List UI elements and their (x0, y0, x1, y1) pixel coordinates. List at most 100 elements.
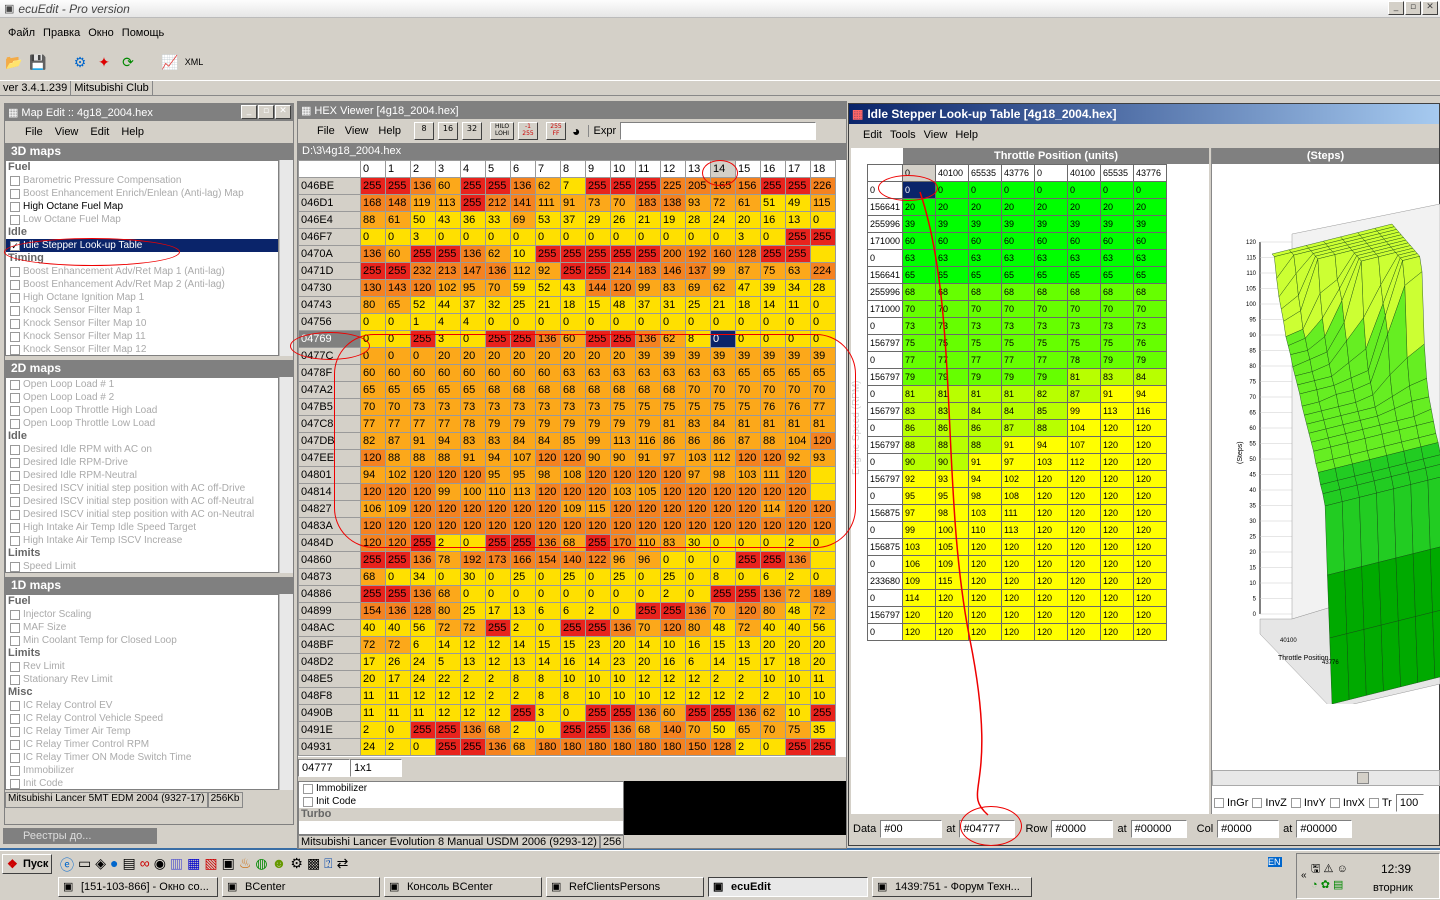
hex-cell[interactable]: 40 (760, 619, 786, 637)
hex-cell[interactable]: 52 (535, 279, 561, 297)
data-field[interactable]: #00 (880, 820, 943, 838)
hex-cell[interactable]: 24 (410, 670, 436, 688)
hex-cell[interactable]: 0 (560, 313, 586, 331)
row-header[interactable]: 171000 (867, 300, 903, 318)
map-list-item[interactable]: Knock Sensor Filter Map 12 (6, 343, 278, 355)
hex-cell[interactable]: 60 (660, 704, 686, 722)
hex-cell[interactable]: 7 (560, 177, 586, 195)
hex-cell[interactable]: 87 (735, 262, 761, 280)
hex-cell[interactable]: 23 (585, 636, 611, 654)
hex-cell[interactable]: 255 (585, 245, 611, 263)
lut-cell[interactable]: 120 (1067, 555, 1101, 573)
column-header[interactable]: 10 (610, 160, 636, 178)
hex-cell[interactable]: 200 (660, 245, 686, 263)
hex-cell[interactable]: 2 (735, 670, 761, 688)
hex-cell[interactable]: 60 (435, 177, 461, 195)
chart-scrollbar[interactable] (1212, 770, 1440, 786)
hex-cell[interactable]: 120 (610, 279, 636, 297)
lut-cell[interactable]: 68 (1034, 283, 1068, 301)
checkbox[interactable] (10, 609, 20, 620)
hex-cell[interactable]: 0 (685, 585, 711, 603)
lut-cell[interactable]: 120 (1100, 521, 1134, 539)
app-icon[interactable]: ▦ (187, 855, 200, 875)
menu-file[interactable]: File (19, 126, 49, 138)
minimize-button[interactable]: _ (1388, 1, 1404, 15)
lut-cell[interactable]: 65 (1001, 266, 1035, 284)
hex-cell[interactable]: 10 (560, 670, 586, 688)
app-icon[interactable]: ◈ (95, 855, 106, 875)
lut-cell[interactable]: 91 (1100, 385, 1134, 403)
map-list-item[interactable]: IC Relay Control EV (6, 699, 278, 712)
checkbox[interactable] (10, 483, 20, 494)
hex-cell[interactable]: 20 (635, 653, 661, 671)
lut-cell[interactable]: 79 (1133, 351, 1167, 369)
hex-cell[interactable]: 0 (610, 602, 636, 620)
hex-cell[interactable]: 69 (685, 279, 711, 297)
hex-cell[interactable]: 11 (410, 704, 436, 722)
row-header[interactable]: 0 (867, 351, 903, 369)
taskbar-button[interactable]: ▣ [151-103-866] - Окно со... (58, 877, 218, 897)
hex-cell[interactable]: 68 (635, 721, 661, 739)
app-icon[interactable]: ⇄ (337, 855, 349, 875)
hex-cell[interactable]: 10 (785, 670, 811, 688)
row-address[interactable]: 046D1 (298, 194, 361, 212)
hex-cell[interactable]: 47 (735, 279, 761, 297)
hex-cell[interactable]: 35 (810, 721, 836, 739)
lut-cell[interactable]: 103 (1034, 453, 1068, 471)
hex-cell[interactable]: 72 (735, 619, 761, 637)
row-address[interactable]: 0471D (298, 262, 361, 280)
map-list-item[interactable]: Knock Sensor Filter Map 1 (6, 304, 278, 317)
map-list-item[interactable]: Desired ISCV initial step position with … (6, 508, 278, 521)
lut-cell[interactable]: 108 (1001, 487, 1035, 505)
hex-cell[interactable]: 128 (710, 738, 736, 756)
column-header[interactable]: 65535 (968, 164, 1002, 182)
hex-cell[interactable]: 12 (460, 687, 486, 705)
checkbox[interactable] (10, 318, 20, 329)
hex-cell[interactable]: 72 (385, 636, 411, 654)
main-titlebar[interactable]: ▣ ecuEdit - Pro version _ ▫ ✕ (0, 0, 1440, 18)
hex-cell[interactable]: 2 (510, 687, 536, 705)
hex-cell[interactable]: 72 (710, 194, 736, 212)
lut-cell[interactable]: 65 (1034, 266, 1068, 284)
lut-cell[interactable]: 120 (1001, 606, 1035, 624)
map-list-item[interactable]: Stationary Rev Limit (6, 673, 278, 686)
checkbox[interactable] (10, 405, 20, 416)
lut-cell[interactable]: 73 (1034, 317, 1068, 335)
hex-cell[interactable]: 39 (760, 279, 786, 297)
lut-cell[interactable]: 79 (1001, 368, 1035, 386)
hex-cell[interactable]: 224 (810, 262, 836, 280)
view-8-button[interactable]: 8 (414, 122, 435, 140)
hex-cell[interactable]: 13 (510, 653, 536, 671)
lower-list[interactable]: Immobilizer Init Code Turbo (298, 781, 624, 835)
hex-cell[interactable]: 255 (610, 704, 636, 722)
app-icon[interactable]: ♨ (239, 855, 252, 875)
hex-cell[interactable]: 18 (785, 653, 811, 671)
hex-cell[interactable]: 147 (460, 262, 486, 280)
lut-cell[interactable]: 0 (1001, 181, 1035, 199)
hex-cell[interactable]: 146 (660, 262, 686, 280)
checkbox[interactable] (10, 470, 20, 481)
column-header[interactable]: 0 (360, 160, 386, 178)
hex-cell[interactable]: 91 (560, 194, 586, 212)
column-header[interactable]: 11 (635, 160, 661, 178)
lut-cell[interactable]: 120 (1001, 623, 1035, 641)
hex-cell[interactable]: 0 (810, 211, 836, 229)
lut-cell[interactable]: 120 (1001, 572, 1035, 590)
lut-cell[interactable]: 65 (1133, 266, 1167, 284)
lut-cell[interactable]: 78 (1067, 351, 1101, 369)
lut-cell[interactable]: 120 (1100, 572, 1134, 590)
hex-cell[interactable]: 75 (760, 262, 786, 280)
hex-cell[interactable]: 255 (585, 262, 611, 280)
menu-edit[interactable]: Edit (859, 129, 886, 141)
hex-cell[interactable]: 0 (685, 313, 711, 331)
mitsubishi-icon[interactable]: ✦ (94, 52, 114, 72)
checkbox[interactable] (10, 661, 20, 672)
hex-cell[interactable]: 13 (785, 211, 811, 229)
row-address[interactable]: 048BF (298, 636, 361, 654)
menu-help[interactable]: Help (373, 125, 406, 137)
hex-cell[interactable]: 255 (585, 721, 611, 739)
scrollbar[interactable] (279, 377, 293, 573)
hex-cell[interactable]: 154 (360, 602, 386, 620)
hex-cell[interactable]: 61 (735, 194, 761, 212)
map-list-item[interactable]: Boost Enhancement Adv/Ret Map 1 (Anti-la… (6, 265, 278, 278)
